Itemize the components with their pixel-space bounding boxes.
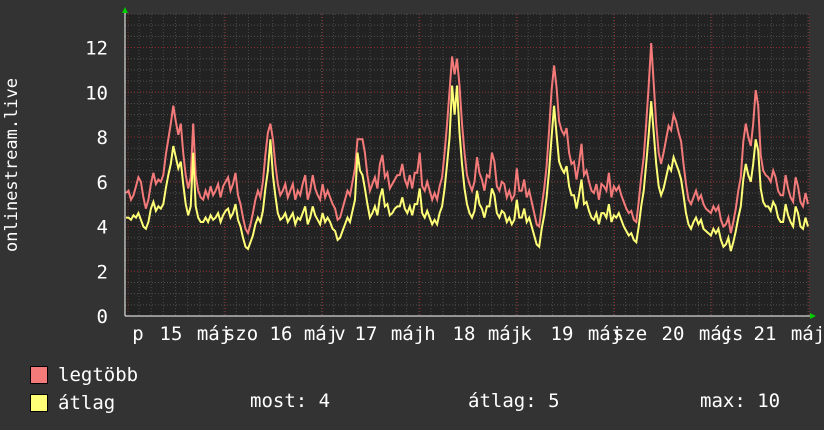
x-tick-label: p	[132, 323, 143, 345]
chart: 024681012 p 15 májszo 16 májv 17 máj h 18 májk 19 m…	[2, 7, 824, 345]
x-tick-label: 15	[160, 323, 183, 345]
x-tick-label: 20	[662, 323, 685, 345]
x-tick-label: máj	[791, 323, 824, 345]
x-tick-label: k	[520, 323, 532, 345]
x-tick-label: 17	[355, 323, 378, 345]
y-tick-label: 6	[97, 172, 108, 194]
y-tick-label: 10	[85, 82, 108, 104]
x-tick-label: h	[424, 323, 435, 345]
x-tick-label: máj	[391, 323, 425, 345]
x-axis-arrow-icon	[810, 313, 816, 319]
y-tick-label: 4	[97, 217, 108, 239]
y-tick-label: 8	[97, 127, 108, 149]
x-tick-label: v	[334, 323, 345, 345]
x-tick-label: cs	[721, 323, 744, 345]
x-tick-label: 19	[551, 323, 574, 345]
x-tick-label: szo	[224, 323, 258, 345]
stat-current: most: 4	[250, 390, 331, 412]
x-tick-label: máj	[304, 323, 338, 345]
legend-swatch-legtobb	[30, 366, 48, 384]
x-tick-label: 21	[754, 323, 777, 345]
y-tick-label: 2	[97, 261, 108, 283]
x-tick-label: 18	[453, 323, 476, 345]
legend-item-atlag: átlag	[30, 392, 115, 414]
x-axis: p 15 májszo 16 májv 17 máj h 18 májk 19 májsze 20 máj…	[132, 323, 824, 345]
y-axis-arrow-icon	[122, 7, 128, 13]
y-axis: 0 2 4 6 8 10 12	[85, 38, 108, 328]
y-tick-label: 12	[85, 38, 108, 60]
legend-label-atlag: átlag	[58, 392, 116, 414]
stat-max: max: 10	[700, 390, 781, 412]
stat-average: átlag: 5	[468, 390, 560, 412]
y-axis-label: onlinestream.live	[2, 78, 22, 252]
legend-swatch-atlag	[30, 394, 48, 412]
x-tick-label: máj	[488, 323, 522, 345]
legend-item-legtobb: legtöbb	[30, 364, 138, 386]
legend-label-legtobb: legtöbb	[58, 364, 139, 386]
x-tick-label: 16	[270, 323, 293, 345]
y-tick-label: 0	[97, 306, 108, 328]
x-tick-label: sze	[613, 323, 647, 345]
